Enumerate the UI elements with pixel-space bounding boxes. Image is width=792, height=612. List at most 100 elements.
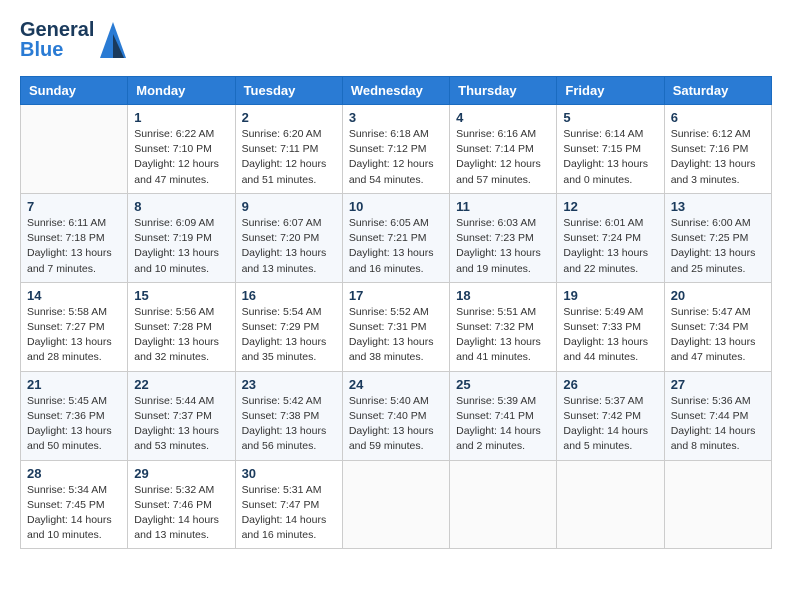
calendar-cell: 1 Sunrise: 6:22 AM Sunset: 7:10 PM Daylig… — [128, 105, 235, 194]
calendar-cell — [664, 460, 771, 549]
day-info: Sunrise: 5:36 AM Sunset: 7:44 PM Dayligh… — [671, 394, 765, 455]
day-info: Sunrise: 6:05 AM Sunset: 7:21 PM Dayligh… — [349, 216, 443, 277]
calendar-week-row: 7 Sunrise: 6:11 AM Sunset: 7:18 PM Daylig… — [21, 193, 772, 282]
day-number: 27 — [671, 377, 765, 392]
calendar-cell: 3 Sunrise: 6:18 AM Sunset: 7:12 PM Daylig… — [342, 105, 449, 194]
day-number: 15 — [134, 288, 228, 303]
day-info: Sunrise: 5:56 AM Sunset: 7:28 PM Dayligh… — [134, 305, 228, 366]
calendar-cell: 14Sunrise: 5:58 AM Sunset: 7:27 PM Dayli… — [21, 282, 128, 371]
calendar-cell: 17 Sunrise: 5:52 AM Sunset: 7:31 PM Dayli… — [342, 282, 449, 371]
weekday-header-row: SundayMondayTuesdayWednesdayThursdayFrid… — [21, 77, 772, 105]
calendar-cell: 23 Sunrise: 5:42 AM Sunset: 7:38 PM Dayli… — [235, 371, 342, 460]
calendar-cell: 7 Sunrise: 6:11 AM Sunset: 7:18 PM Daylig… — [21, 193, 128, 282]
calendar-cell: 22Sunrise: 5:44 AM Sunset: 7:37 PM Dayli… — [128, 371, 235, 460]
day-info: Sunrise: 5:42 AM Sunset: 7:38 PM Dayligh… — [242, 394, 336, 455]
day-number: 7 — [27, 199, 121, 214]
calendar-cell: 4Sunrise: 6:16 AM Sunset: 7:14 PM Daylig… — [450, 105, 557, 194]
day-number: 9 — [242, 199, 336, 214]
calendar-cell: 21 Sunrise: 5:45 AM Sunset: 7:36 PM Dayli… — [21, 371, 128, 460]
calendar-week-row: 21 Sunrise: 5:45 AM Sunset: 7:36 PM Dayli… — [21, 371, 772, 460]
day-number: 28 — [27, 466, 121, 481]
day-number: 24 — [349, 377, 443, 392]
calendar-cell: 11 Sunrise: 6:03 AM Sunset: 7:23 PM Dayli… — [450, 193, 557, 282]
logo-text-blue: Blue — [20, 40, 94, 60]
day-number: 29 — [134, 466, 228, 481]
day-info: Sunrise: 5:45 AM Sunset: 7:36 PM Dayligh… — [27, 394, 121, 455]
weekday-header-wednesday: Wednesday — [342, 77, 449, 105]
calendar-cell: 20 Sunrise: 5:47 AM Sunset: 7:34 PM Dayli… — [664, 282, 771, 371]
day-number: 22 — [134, 377, 228, 392]
day-number: 5 — [563, 110, 657, 125]
calendar-cell: 9 Sunrise: 6:07 AM Sunset: 7:20 PM Daylig… — [235, 193, 342, 282]
day-number: 23 — [242, 377, 336, 392]
day-info: Sunrise: 6:12 AM Sunset: 7:16 PM Dayligh… — [671, 127, 765, 188]
weekday-header-sunday: Sunday — [21, 77, 128, 105]
day-number: 16 — [242, 288, 336, 303]
day-info: Sunrise: 5:54 AM Sunset: 7:29 PM Dayligh… — [242, 305, 336, 366]
weekday-header-thursday: Thursday — [450, 77, 557, 105]
calendar-week-row: 1 Sunrise: 6:22 AM Sunset: 7:10 PM Daylig… — [21, 105, 772, 194]
day-number: 25 — [456, 377, 550, 392]
calendar-body: 1 Sunrise: 6:22 AM Sunset: 7:10 PM Daylig… — [21, 105, 772, 549]
day-info: Sunrise: 5:49 AM Sunset: 7:33 PM Dayligh… — [563, 305, 657, 366]
day-number: 20 — [671, 288, 765, 303]
day-info: Sunrise: 5:34 AM Sunset: 7:45 PM Dayligh… — [27, 483, 121, 544]
day-info: Sunrise: 6:18 AM Sunset: 7:12 PM Dayligh… — [349, 127, 443, 188]
calendar-cell — [557, 460, 664, 549]
calendar-cell: 6 Sunrise: 6:12 AM Sunset: 7:16 PM Daylig… — [664, 105, 771, 194]
day-info: Sunrise: 6:14 AM Sunset: 7:15 PM Dayligh… — [563, 127, 657, 188]
day-info: Sunrise: 6:00 AM Sunset: 7:25 PM Dayligh… — [671, 216, 765, 277]
day-info: Sunrise: 5:51 AM Sunset: 7:32 PM Dayligh… — [456, 305, 550, 366]
calendar-cell: 26 Sunrise: 5:37 AM Sunset: 7:42 PM Dayli… — [557, 371, 664, 460]
calendar-cell: 27 Sunrise: 5:36 AM Sunset: 7:44 PM Dayli… — [664, 371, 771, 460]
day-info: Sunrise: 5:40 AM Sunset: 7:40 PM Dayligh… — [349, 394, 443, 455]
day-number: 12 — [563, 199, 657, 214]
calendar-week-row: 28 Sunrise: 5:34 AM Sunset: 7:45 PM Dayli… — [21, 460, 772, 549]
calendar-cell: 12 Sunrise: 6:01 AM Sunset: 7:24 PM Dayli… — [557, 193, 664, 282]
day-info: Sunrise: 6:09 AM Sunset: 7:19 PM Dayligh… — [134, 216, 228, 277]
day-info: Sunrise: 6:03 AM Sunset: 7:23 PM Dayligh… — [456, 216, 550, 277]
day-info: Sunrise: 5:58 AM Sunset: 7:27 PM Dayligh… — [27, 305, 121, 366]
day-number: 1 — [134, 110, 228, 125]
calendar-cell: 19 Sunrise: 5:49 AM Sunset: 7:33 PM Dayli… — [557, 282, 664, 371]
calendar-cell: 29Sunrise: 5:32 AM Sunset: 7:46 PM Dayli… — [128, 460, 235, 549]
weekday-header-tuesday: Tuesday — [235, 77, 342, 105]
logo-triangle-icon — [98, 20, 128, 60]
day-info: Sunrise: 6:01 AM Sunset: 7:24 PM Dayligh… — [563, 216, 657, 277]
calendar-cell — [342, 460, 449, 549]
calendar-cell: 16 Sunrise: 5:54 AM Sunset: 7:29 PM Dayli… — [235, 282, 342, 371]
day-info: Sunrise: 5:31 AM Sunset: 7:47 PM Dayligh… — [242, 483, 336, 544]
calendar-cell: 13 Sunrise: 6:00 AM Sunset: 7:25 PM Dayli… — [664, 193, 771, 282]
calendar-cell: 25Sunrise: 5:39 AM Sunset: 7:41 PM Dayli… — [450, 371, 557, 460]
day-info: Sunrise: 6:11 AM Sunset: 7:18 PM Dayligh… — [27, 216, 121, 277]
day-info: Sunrise: 5:47 AM Sunset: 7:34 PM Dayligh… — [671, 305, 765, 366]
calendar-cell: 8Sunrise: 6:09 AM Sunset: 7:19 PM Daylig… — [128, 193, 235, 282]
calendar-cell: 30Sunrise: 5:31 AM Sunset: 7:47 PM Dayli… — [235, 460, 342, 549]
calendar-cell — [450, 460, 557, 549]
day-info: Sunrise: 6:22 AM Sunset: 7:10 PM Dayligh… — [134, 127, 228, 188]
day-number: 11 — [456, 199, 550, 214]
day-info: Sunrise: 5:52 AM Sunset: 7:31 PM Dayligh… — [349, 305, 443, 366]
day-info: Sunrise: 6:20 AM Sunset: 7:11 PM Dayligh… — [242, 127, 336, 188]
day-info: Sunrise: 5:37 AM Sunset: 7:42 PM Dayligh… — [563, 394, 657, 455]
day-info: Sunrise: 6:16 AM Sunset: 7:14 PM Dayligh… — [456, 127, 550, 188]
weekday-header-friday: Friday — [557, 77, 664, 105]
day-number: 10 — [349, 199, 443, 214]
day-info: Sunrise: 6:07 AM Sunset: 7:20 PM Dayligh… — [242, 216, 336, 277]
logo-text-general: General — [20, 20, 94, 40]
calendar-cell: 28 Sunrise: 5:34 AM Sunset: 7:45 PM Dayli… — [21, 460, 128, 549]
day-number: 19 — [563, 288, 657, 303]
day-number: 3 — [349, 110, 443, 125]
day-number: 6 — [671, 110, 765, 125]
day-number: 26 — [563, 377, 657, 392]
day-number: 13 — [671, 199, 765, 214]
calendar-cell: 2Sunrise: 6:20 AM Sunset: 7:11 PM Daylig… — [235, 105, 342, 194]
logo: General Blue — [20, 20, 128, 60]
calendar-table: SundayMondayTuesdayWednesdayThursdayFrid… — [20, 76, 772, 549]
calendar-cell — [21, 105, 128, 194]
day-number: 17 — [349, 288, 443, 303]
day-number: 21 — [27, 377, 121, 392]
calendar-cell: 18Sunrise: 5:51 AM Sunset: 7:32 PM Dayli… — [450, 282, 557, 371]
calendar-header: SundayMondayTuesdayWednesdayThursdayFrid… — [21, 77, 772, 105]
calendar-week-row: 14Sunrise: 5:58 AM Sunset: 7:27 PM Dayli… — [21, 282, 772, 371]
